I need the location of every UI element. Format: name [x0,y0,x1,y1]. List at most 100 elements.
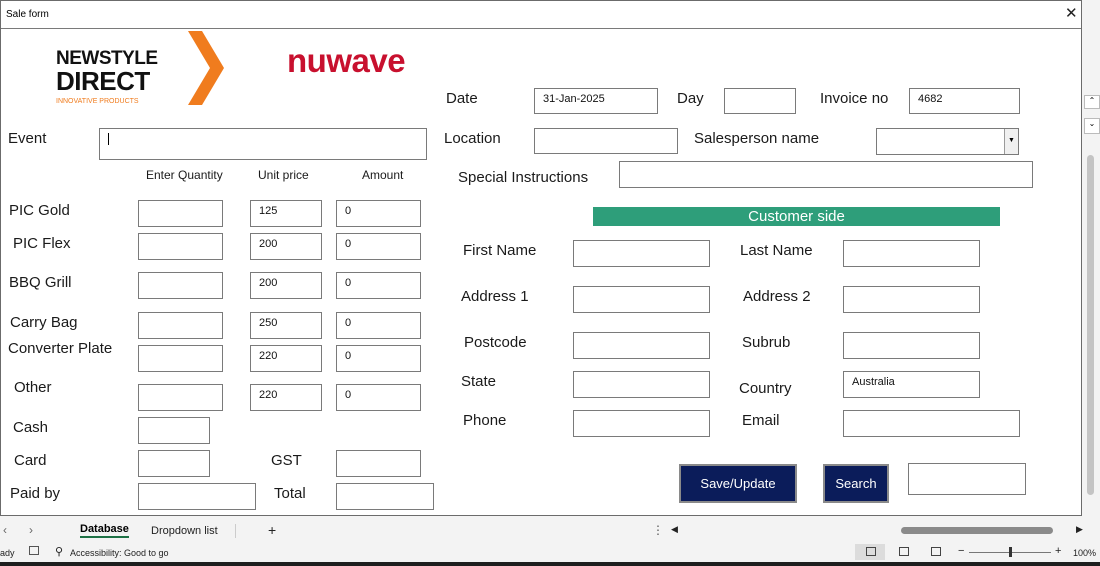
cash-input[interactable] [138,417,210,444]
day-label: Day [677,90,704,107]
scroll-left-icon[interactable]: ◀ [671,524,678,535]
dropdown-arrow-icon[interactable]: ▼ [1004,129,1018,154]
paid-by-label: Paid by [10,485,61,502]
qty-input[interactable] [138,233,223,260]
text-cursor [108,133,109,145]
horizontal-scrollbar[interactable] [901,527,1053,534]
state-input[interactable] [573,371,710,398]
unit-price-field[interactable]: 125 [250,200,322,227]
sale-form-window: Sale form ✕ NEWSTYLE DIRECT INNOVATIVE P… [0,0,1082,516]
first-name-input[interactable] [573,240,710,267]
special-instructions-input[interactable] [619,161,1033,188]
sheet-tab-database[interactable]: Database [80,523,129,538]
address2-label: Address 2 [743,288,811,305]
address1-label: Address 1 [461,288,529,305]
last-name-label: Last Name [740,242,813,259]
total-label: Total [274,485,306,502]
sheet-tab-dropdown-list[interactable]: Dropdown list [151,525,218,537]
prev-sheet-icon[interactable]: ‹ [3,523,7,537]
nuwave-logo: nuwave [287,42,406,79]
state-label: State [461,373,497,390]
gst-field[interactable] [336,450,421,477]
qty-input[interactable] [138,200,223,227]
salesperson-dropdown[interactable]: ▼ [876,128,1019,155]
amount-field[interactable]: 0 [336,200,421,227]
address1-input[interactable] [573,286,710,313]
save-update-button[interactable]: Save/Update [679,464,797,503]
qty-input[interactable] [138,384,223,411]
accessibility-icon[interactable]: ⚲ [55,545,63,558]
product-name: Carry Bag [10,314,78,331]
scroll-right-icon[interactable]: ▶ [1076,524,1083,535]
page-break-icon[interactable] [931,547,941,556]
date-label: Date [446,90,478,107]
salesperson-label: Salesperson name [694,130,820,147]
paid-by-input[interactable] [138,483,256,510]
page-layout-icon[interactable] [899,547,909,556]
amount-field[interactable]: 0 [336,312,421,339]
unit-price-field[interactable]: 250 [250,312,322,339]
special-instructions-label: Special Instructions [458,169,589,186]
ready-status: ady [0,548,15,558]
customer-section-header: Customer side [593,207,1000,226]
sheet-tab-bar: ‹ › Database Dropdown list + ⋮ ◀ ▶ [0,518,1100,544]
vertical-scrollbar[interactable] [1087,155,1094,495]
collapse-caret-icon[interactable]: ⌃ [1084,95,1100,109]
amount-field[interactable]: 0 [336,384,421,411]
location-input[interactable] [534,128,678,154]
address2-input[interactable] [843,286,980,313]
macro-record-icon[interactable] [29,546,39,555]
total-field[interactable] [336,483,434,510]
product-name: BBQ Grill [9,274,72,291]
chevron-right-icon [188,31,224,105]
close-icon[interactable]: ✕ [1065,6,1078,21]
taskbar-edge [0,562,1100,566]
expand-caret-icon[interactable]: ⌄ [1084,118,1100,134]
event-input[interactable] [99,128,427,160]
product-name: PIC Gold [9,202,70,219]
email-input[interactable] [843,410,1020,437]
zoom-in-icon[interactable]: + [1055,545,1061,557]
window-title: Sale form [6,9,49,20]
country-label: Country [739,380,792,397]
unit-price-field[interactable]: 200 [250,272,322,299]
qty-input[interactable] [138,272,223,299]
zoom-level[interactable]: 100% [1073,548,1096,558]
normal-view-icon[interactable] [866,547,876,556]
suburb-label: Subrub [742,334,791,351]
unit-price-field[interactable]: 200 [250,233,322,260]
qty-input[interactable] [138,345,223,372]
accessibility-status[interactable]: Accessibility: Good to go [70,548,169,558]
amount-field[interactable]: 0 [336,345,421,372]
qty-column-header: Enter Quantity [146,168,223,182]
qty-input[interactable] [138,312,223,339]
suburb-input[interactable] [843,332,980,359]
zoom-out-icon[interactable]: − [958,545,964,557]
search-input[interactable] [908,463,1026,495]
search-button[interactable]: Search [823,464,889,503]
unit-price-field[interactable]: 220 [250,384,322,411]
more-options-icon[interactable]: ⋮ [652,523,664,537]
amount-field[interactable]: 0 [336,272,421,299]
gst-label: GST [271,452,302,469]
date-input[interactable]: 31-Jan-2025 [534,88,658,114]
unit-price-field[interactable]: 220 [250,345,322,372]
email-label: Email [742,412,780,429]
card-label: Card [14,452,47,469]
first-name-label: First Name [463,242,537,259]
add-sheet-icon[interactable]: + [268,522,276,538]
postcode-input[interactable] [573,332,710,359]
zoom-slider-thumb[interactable] [1009,547,1012,557]
amount-field[interactable]: 0 [336,233,421,260]
phone-label: Phone [463,412,507,429]
country-input[interactable]: Australia [843,371,980,398]
location-label: Location [444,130,501,147]
card-input[interactable] [138,450,210,477]
invoice-input[interactable]: 4682 [909,88,1020,114]
title-bar: Sale form ✕ [1,1,1081,29]
day-input[interactable] [724,88,796,114]
phone-input[interactable] [573,410,710,437]
amount-column-header: Amount [362,168,404,182]
last-name-input[interactable] [843,240,980,267]
next-sheet-icon[interactable]: › [29,523,33,537]
